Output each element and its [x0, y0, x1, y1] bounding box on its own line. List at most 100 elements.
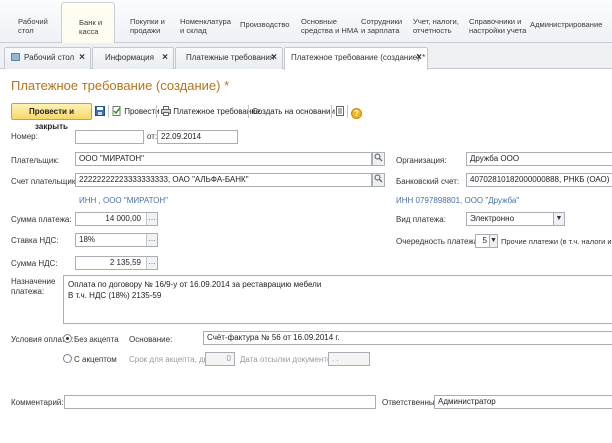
purpose-label: Назначение платежа:	[11, 277, 56, 296]
responsible-label: Ответственный:	[382, 398, 442, 407]
payment-kind-field[interactable]: Электронно	[466, 212, 554, 226]
help-icon: ?	[351, 108, 362, 119]
toolbar-divider	[331, 105, 332, 118]
tab-desktop[interactable]: Рабочий стол ×	[4, 47, 91, 69]
amount-label: Сумма платежа:	[11, 215, 72, 224]
section-label: Покупки и продажи	[130, 17, 165, 35]
section-accounting[interactable]: Учет, налоги, отчетность	[413, 2, 465, 41]
payer-account-select-button[interactable]	[372, 173, 385, 187]
bank-account-label: Банковский счет:	[396, 177, 460, 186]
tab-label: Рабочий стол	[24, 53, 75, 62]
comment-label: Комментарий:	[11, 398, 64, 407]
tab-label: Информация	[105, 53, 154, 62]
purpose-line: Оплата по договору № 16/9-у от 16.09.201…	[68, 280, 322, 289]
comment-field[interactable]	[64, 395, 376, 409]
section-assets[interactable]: Основные средства и НМА	[301, 2, 361, 41]
search-icon	[374, 174, 383, 183]
close-icon[interactable]: ×	[271, 48, 277, 68]
toolbar-divider	[156, 105, 157, 118]
floppy-icon	[95, 106, 105, 116]
section-bank[interactable]: Банк и касса	[61, 2, 115, 44]
create-based-on-menu[interactable]: Создать на основании ▾	[252, 103, 341, 120]
purpose-line: В т.ч. НДС (18%) 2135-59	[68, 291, 162, 300]
payer-field[interactable]: ООО "МИРАТОН"	[75, 152, 372, 166]
priority-label: Очередность платежа:	[396, 237, 481, 246]
close-icon[interactable]: ×	[162, 48, 168, 68]
no-acceptance-label[interactable]: Без акцепта	[74, 335, 119, 344]
tab-payment-requests[interactable]: Платежные требования ×	[175, 47, 283, 69]
save-button[interactable]	[95, 103, 105, 120]
amount-calculator-button[interactable]: …	[146, 213, 157, 225]
payer-label: Плательщик:	[11, 156, 60, 165]
basis-field[interactable]: Счёт-фактура № 56 от 16.09.2014 г.	[203, 331, 612, 345]
create-based-label: Создать на основании	[252, 107, 335, 116]
number-label: Номер:	[11, 132, 38, 141]
section-sales[interactable]: Покупки и продажи	[130, 2, 170, 41]
toolbar-divider	[248, 105, 249, 118]
section-label: Основные средства и НМА	[301, 17, 359, 35]
section-desktop[interactable]: Рабочий стол	[18, 2, 54, 41]
date-field[interactable]: 22.09.2014	[157, 130, 238, 144]
section-salary[interactable]: Сотрудники и зарплата	[361, 2, 403, 41]
window-tabs: Рабочий стол × Информация × Платежные треб…	[0, 43, 612, 70]
section-stock[interactable]: Номенклатура и склад	[180, 2, 234, 41]
priority-note: Прочие платежи (в т.ч. налоги и взн	[501, 237, 612, 246]
report-button[interactable]	[335, 103, 345, 120]
section-production[interactable]: Производство	[240, 2, 295, 41]
section-label: Сотрудники и зарплата	[361, 17, 403, 35]
tab-label: Платежные требования	[186, 53, 275, 62]
send-date-label: Дата отсылки документов:	[240, 355, 338, 364]
basis-label: Основание:	[129, 335, 173, 344]
with-acceptance-label[interactable]: С акцептом	[74, 355, 117, 364]
close-icon[interactable]: ×	[416, 48, 422, 68]
payer-inn-link[interactable]: ИНН , ООО "МИРАТОН"	[79, 196, 168, 205]
tab-info[interactable]: Информация ×	[92, 47, 174, 69]
post-icon	[112, 106, 121, 116]
payment-kind-dropdown[interactable]: ▼	[553, 212, 565, 226]
section-references[interactable]: Справочники и настройки учета	[469, 2, 529, 41]
number-field[interactable]	[75, 130, 144, 144]
payer-select-button[interactable]	[372, 152, 385, 166]
section-admin[interactable]: Администрирование	[530, 2, 612, 41]
toolbar-divider	[347, 105, 348, 118]
bank-account-field[interactable]: 40702810182000000888, РНКБ (ОАО)	[466, 173, 612, 187]
date-label: от:	[147, 132, 158, 141]
accept-days-field[interactable]: 0	[205, 352, 235, 366]
close-icon[interactable]: ×	[79, 48, 85, 68]
responsible-field[interactable]: Администратор	[434, 395, 612, 409]
tab-label: Платежное требование (создание) *	[291, 53, 426, 62]
vat-sum-label: Сумма НДС:	[11, 259, 58, 268]
priority-dropdown[interactable]: ▼	[489, 234, 498, 248]
post-button[interactable]: Провести	[112, 103, 160, 120]
organization-inn-link[interactable]: ИНН 0797898801, ООО "Дружба"	[396, 196, 519, 205]
post-label: Провести	[124, 107, 160, 116]
help-button[interactable]: ?	[351, 105, 362, 122]
report-icon	[336, 106, 344, 116]
no-acceptance-radio[interactable]	[63, 334, 72, 343]
section-label: Администрирование	[530, 20, 603, 29]
post-and-close-button[interactable]: Провести и закрыть	[11, 103, 92, 131]
send-date-field[interactable]: . .	[328, 352, 370, 366]
organization-field[interactable]: Дружба ООО	[466, 152, 612, 166]
sections-panel: Рабочий стол Банк и касса Покупки и прод…	[0, 0, 612, 44]
page-title: Платежное требование (создание) *	[11, 78, 230, 93]
toolbar-divider	[108, 105, 109, 118]
payer-account-label: Счет плательщика:	[11, 177, 83, 186]
tab-payment-request-new[interactable]: Платежное требование (создание) * ×	[284, 47, 428, 70]
desktop-icon	[11, 53, 20, 61]
payer-account-field[interactable]: 22222222223333333333, ОАО "АЛЬФА-БАНК"	[75, 173, 372, 187]
section-label: Рабочий стол	[18, 17, 48, 35]
print-payment-request-button[interactable]: Платежное требование	[161, 103, 260, 120]
printer-icon	[161, 106, 171, 116]
toolbar: Провести и закрыть Провести Платежное тр…	[0, 101, 612, 131]
vat-rate-select-button[interactable]: …	[146, 234, 157, 246]
vat-sum-calculator-button[interactable]: …	[146, 257, 157, 269]
organization-label: Организация:	[396, 156, 447, 165]
purpose-textarea[interactable]: Оплата по договору № 16/9-у от 16.09.201…	[63, 275, 612, 324]
vat-rate-label: Ставка НДС:	[11, 236, 59, 245]
section-label: Банк и касса	[79, 18, 103, 36]
search-icon	[374, 153, 383, 162]
section-label: Учет, налоги, отчетность	[413, 17, 459, 35]
with-acceptance-radio[interactable]	[63, 354, 72, 363]
section-label: Справочники и настройки учета	[469, 17, 527, 35]
